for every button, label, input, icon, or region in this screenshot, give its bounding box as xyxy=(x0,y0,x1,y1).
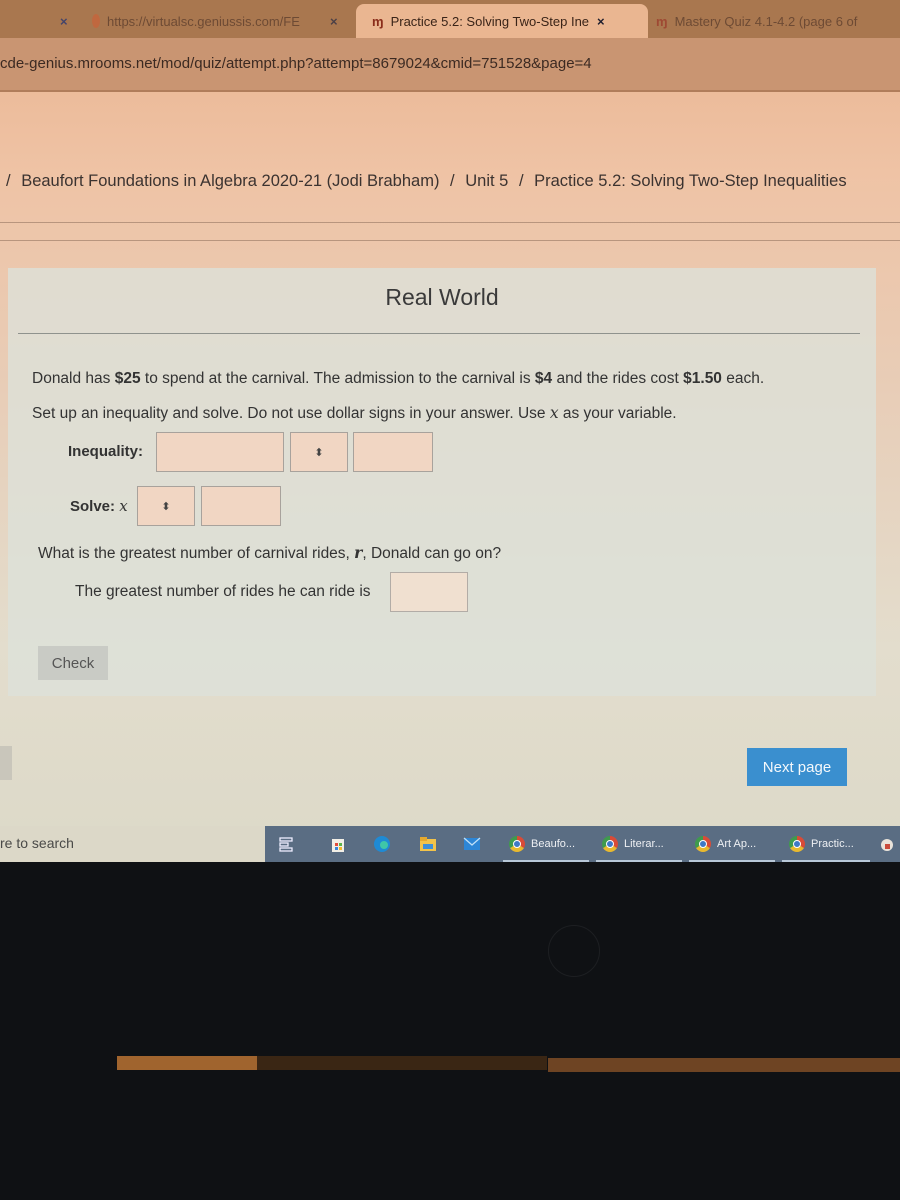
chrome-icon xyxy=(509,836,525,852)
tab-genius-sis[interactable]: https://virtualsc.geniussis.com/FE × xyxy=(92,4,362,38)
moodle-favicon-icon: ɱ xyxy=(372,13,384,29)
select-arrows-icon: ⬍ xyxy=(161,500,171,513)
bezel-stripe xyxy=(548,1058,900,1072)
close-icon[interactable]: × xyxy=(330,14,338,29)
chrome-icon xyxy=(789,836,805,852)
previous-page-button[interactable] xyxy=(0,746,12,780)
bezel-stripe xyxy=(257,1056,547,1070)
solve-label: Solve: x xyxy=(70,497,128,515)
active-indicator xyxy=(596,860,682,862)
mail-icon[interactable] xyxy=(463,832,481,856)
tab-label: Practice 5.2: Solving Two-Step Ine xyxy=(390,13,590,29)
url-text[interactable]: cde-genius.mrooms.net/mod/quiz/attempt.p… xyxy=(0,55,592,72)
browser-tab-strip: × https://virtualsc.geniussis.com/FE × ɱ… xyxy=(0,0,900,38)
rides-question: What is the greatest number of carnival … xyxy=(38,543,501,563)
genius-favicon-icon xyxy=(92,14,100,28)
divider xyxy=(0,222,900,223)
address-bar[interactable]: cde-genius.mrooms.net/mod/quiz/attempt.p… xyxy=(0,38,900,92)
edge-icon[interactable] xyxy=(373,832,391,856)
tab-label: https://virtualsc.geniussis.com/FE xyxy=(107,13,300,29)
breadcrumb-course[interactable]: Beaufort Foundations in Algebra 2020-21 … xyxy=(21,172,439,190)
taskbar-app-beaufort[interactable]: Beaufo... xyxy=(509,832,575,856)
breadcrumb-separator: / xyxy=(450,172,455,190)
solve-operator-select[interactable]: ⬍ xyxy=(137,486,195,526)
question-text: Donald has $25 to spend at the carnival.… xyxy=(32,370,764,388)
tab-label: Mastery Quiz 4.1-4.2 (page 6 of xyxy=(674,13,858,29)
file-explorer-icon[interactable] xyxy=(419,832,437,856)
close-icon[interactable]: × xyxy=(60,14,68,29)
text-part: , Donald can go on? xyxy=(362,545,502,562)
divider xyxy=(0,240,900,241)
text-part: and the rides cost xyxy=(552,370,684,387)
chrome-icon xyxy=(695,836,711,852)
app-label: Art Ap... xyxy=(717,838,757,850)
inequality-right-input[interactable] xyxy=(353,432,433,472)
taskbar-app-art[interactable]: Art Ap... xyxy=(695,832,756,856)
text-part: to spend at the carnival. The admission … xyxy=(140,370,535,387)
next-page-button[interactable]: Next page xyxy=(747,748,847,786)
app-label: Practic... xyxy=(811,838,854,850)
amount-4: $4 xyxy=(534,370,553,387)
app-label: Beaufo... xyxy=(531,838,576,850)
question-title: Real World xyxy=(385,284,499,310)
taskbar-search[interactable]: re to search xyxy=(0,826,265,862)
active-indicator xyxy=(782,860,870,862)
weather-icon[interactable] xyxy=(879,832,895,856)
rides-answer-input[interactable] xyxy=(390,572,468,612)
inequality-operator-select[interactable]: ⬍ xyxy=(290,432,348,472)
select-arrows-icon: ⬍ xyxy=(314,446,324,459)
breadcrumb-unit[interactable]: Unit 5 xyxy=(465,172,508,190)
variable-x: x xyxy=(119,497,128,515)
inequality-label: Inequality: xyxy=(68,443,144,460)
taskbar-app-literary[interactable]: Literar... xyxy=(602,832,664,856)
search-placeholder[interactable]: re to search xyxy=(0,835,74,851)
close-icon[interactable]: × xyxy=(597,14,605,29)
inequality-left-input[interactable] xyxy=(156,432,284,472)
bezel-stripe xyxy=(117,1056,257,1070)
screen: × https://virtualsc.geniussis.com/FE × ɱ… xyxy=(0,0,900,862)
text-part: Donald has xyxy=(32,370,115,387)
store-icon[interactable] xyxy=(331,832,345,856)
tab-practice-5-2[interactable]: ɱ Practice 5.2: Solving Two-Step Ine × xyxy=(356,4,648,38)
text-part: each. xyxy=(721,370,765,387)
question-card: Real World Donald has $25 to spend at th… xyxy=(8,268,876,696)
taskbar: Beaufo... Literar... Art Ap... Practic..… xyxy=(265,826,900,862)
variable-x: x xyxy=(549,404,559,422)
check-button[interactable]: Check xyxy=(38,646,108,680)
text-part: What is the greatest number of carnival … xyxy=(38,545,355,562)
title-divider xyxy=(18,333,860,334)
amount-25: $25 xyxy=(114,370,141,387)
text-part: Set up an inequality and solve. Do not u… xyxy=(32,405,550,422)
hp-logo-icon xyxy=(548,925,600,977)
app-label: Literar... xyxy=(624,838,664,850)
taskbar-app-practice[interactable]: Practic... xyxy=(789,832,854,856)
tab-close-left[interactable]: × xyxy=(52,4,68,38)
instruction-text: Set up an inequality and solve. Do not u… xyxy=(32,404,677,423)
active-indicator xyxy=(503,860,589,862)
breadcrumb-practice[interactable]: Practice 5.2: Solving Two-Step Inequalit… xyxy=(534,172,846,190)
solve-value-input[interactable] xyxy=(201,486,281,526)
breadcrumb: / Beaufort Foundations in Algebra 2020-2… xyxy=(6,172,847,191)
breadcrumb-separator: / xyxy=(518,172,524,190)
amount-1-50: $1.50 xyxy=(683,370,722,387)
chrome-icon xyxy=(602,836,618,852)
text-part: as your variable. xyxy=(558,405,677,422)
tab-mastery-quiz[interactable]: ɱ Mastery Quiz 4.1-4.2 (page 6 of xyxy=(656,4,900,38)
active-indicator xyxy=(689,860,775,862)
moodle-favicon-icon: ɱ xyxy=(656,13,668,29)
rides-answer-label: The greatest number of rides he can ride… xyxy=(75,583,371,600)
solve-label-text: Solve: xyxy=(70,498,116,515)
task-view-icon[interactable] xyxy=(279,832,293,856)
breadcrumb-separator: / xyxy=(6,172,11,190)
